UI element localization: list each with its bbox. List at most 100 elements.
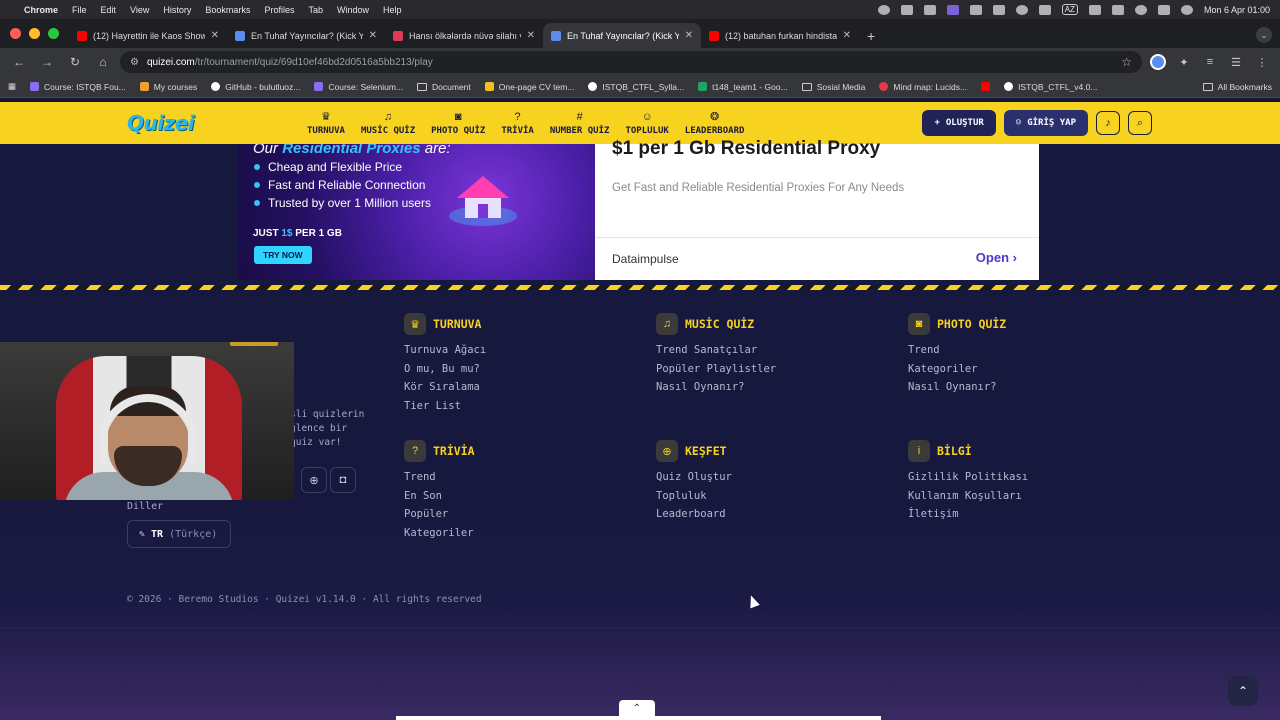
creative-cloud-icon[interactable] bbox=[900, 4, 913, 15]
footer-link[interactable]: En Son bbox=[404, 490, 475, 502]
menu-history[interactable]: History bbox=[163, 5, 191, 15]
bell-icon[interactable]: ♪ bbox=[1096, 111, 1120, 135]
spotlight-icon[interactable] bbox=[1134, 4, 1147, 15]
menu-tab[interactable]: Tab bbox=[308, 5, 323, 15]
footer-link[interactable]: Nasıl Oynanır? bbox=[656, 381, 776, 393]
menu-help[interactable]: Help bbox=[383, 5, 402, 15]
footer-link[interactable]: Popüler bbox=[404, 508, 475, 520]
bookmark-item[interactable]: ISTQB_CTFL_v4.0... bbox=[1004, 82, 1097, 92]
screen-share-icon[interactable] bbox=[946, 4, 959, 15]
bookmark-item[interactable]: Mind map: Lucids... bbox=[879, 82, 967, 92]
ad-text-panel[interactable]: $1 per 1 Gb Residential Proxy Get Fast a… bbox=[595, 138, 1039, 280]
browser-tab[interactable]: En Tuhaf Yayıncılar? (Kick Ya ✕ bbox=[227, 23, 385, 48]
footer-link[interactable]: Tier List bbox=[404, 400, 486, 412]
close-window-button[interactable] bbox=[10, 28, 21, 39]
forward-arrow-icon[interactable]: → bbox=[36, 51, 58, 73]
browser-tab-active[interactable]: En Tuhaf Yayıncılar? (Kick Yay ✕ bbox=[543, 23, 701, 48]
try-now-button[interactable]: TRY NOW bbox=[254, 246, 312, 264]
new-tab-button[interactable]: + bbox=[859, 23, 883, 48]
scroll-to-top-button[interactable]: ⌃ bbox=[1228, 676, 1258, 706]
ad-open-button[interactable]: Open › bbox=[976, 250, 1017, 265]
play-icon[interactable] bbox=[1015, 4, 1028, 15]
bookmark-item[interactable]: t148_team1 - Goo... bbox=[698, 82, 788, 92]
menu-view[interactable]: View bbox=[130, 5, 149, 15]
clock-icon[interactable] bbox=[1038, 4, 1051, 15]
extensions-icon[interactable]: ✦ bbox=[1174, 52, 1194, 72]
nav-turnuva[interactable]: ♛ TURNUVA bbox=[299, 102, 353, 144]
input-language[interactable]: AZ bbox=[1061, 4, 1078, 15]
browser-tab[interactable]: (12) batuhan furkan hindistan ✕ bbox=[701, 23, 859, 48]
nav-number-quiz[interactable]: # NUMBER QUİZ bbox=[542, 102, 618, 144]
footer-link[interactable]: Kör Sıralama bbox=[404, 381, 486, 393]
bookmark-item[interactable]: One-page CV tem... bbox=[484, 82, 574, 92]
globe-icon[interactable]: ⊕ bbox=[301, 467, 327, 493]
menu-edit[interactable]: Edit bbox=[101, 5, 117, 15]
menu-file[interactable]: File bbox=[72, 5, 87, 15]
record-icon[interactable] bbox=[877, 4, 890, 15]
login-button[interactable]: ☺ GİRİŞ YAP bbox=[1003, 110, 1088, 136]
footer-link[interactable]: Topluluk bbox=[656, 490, 732, 502]
sync-icon[interactable] bbox=[923, 4, 936, 15]
footer-link[interactable]: Popüler Playlistler bbox=[656, 363, 776, 375]
menu-clock[interactable]: Mon 6 Apr 01:00 bbox=[1204, 5, 1270, 15]
language-selector[interactable]: ✎ TR (Türkçe) bbox=[127, 520, 231, 548]
profile-icon[interactable] bbox=[1148, 52, 1168, 72]
camera-status-icon[interactable] bbox=[992, 4, 1005, 15]
footer-link[interactable]: Turnuva Ağacı bbox=[404, 344, 486, 356]
browser-tab[interactable]: (12) Hayrettin ile Kaos Show ✕ bbox=[69, 23, 227, 48]
close-tab-icon[interactable]: ✕ bbox=[843, 30, 851, 41]
footer-link[interactable]: Leaderboard bbox=[656, 508, 732, 520]
bookmark-folder[interactable]: Sosial Media bbox=[801, 82, 865, 92]
control-center-icon[interactable] bbox=[1157, 4, 1170, 15]
menu-profiles[interactable]: Profiles bbox=[264, 5, 294, 15]
all-bookmarks-button[interactable]: All Bookmarks bbox=[1202, 82, 1272, 92]
ad-banner-image[interactable]: Our Residential Proxies are: Cheap and F… bbox=[238, 144, 595, 280]
sidebar-icon[interactable]: ☰ bbox=[1226, 52, 1246, 72]
menu-app-name[interactable]: Chrome bbox=[24, 5, 58, 15]
tab-search-chevron-icon[interactable]: ⌄ bbox=[1256, 27, 1272, 43]
footer-link[interactable]: Trend bbox=[908, 344, 1006, 356]
apps-grid-icon[interactable]: ▦ bbox=[8, 81, 16, 92]
footer-link[interactable]: Kullanım Koşulları bbox=[908, 490, 1028, 502]
media-control-icon[interactable]: ≡ bbox=[1200, 52, 1220, 72]
menu-window[interactable]: Window bbox=[337, 5, 369, 15]
menu-bookmarks[interactable]: Bookmarks bbox=[205, 5, 250, 15]
site-info-icon[interactable]: ⚙ bbox=[130, 57, 139, 68]
close-tab-icon[interactable]: ✕ bbox=[369, 30, 377, 41]
site-logo[interactable]: Quizei bbox=[127, 111, 299, 135]
search-icon[interactable]: ⌕ bbox=[1128, 111, 1152, 135]
footer-link[interactable]: Gizlilik Politikası bbox=[908, 471, 1028, 483]
more-menu-icon[interactable]: ⋮ bbox=[1252, 52, 1272, 72]
footer-link[interactable]: Quiz Oluştur bbox=[656, 471, 732, 483]
back-arrow-icon[interactable]: ← bbox=[8, 51, 30, 73]
footer-link[interactable]: Trend Sanatçılar bbox=[656, 344, 776, 356]
home-icon[interactable]: ⌂ bbox=[92, 51, 114, 73]
siri-icon[interactable] bbox=[1180, 4, 1193, 15]
close-tab-icon[interactable]: ✕ bbox=[211, 30, 219, 41]
bottom-drawer-handle[interactable]: ⌃ bbox=[619, 700, 655, 716]
bookmark-item[interactable]: Course: Selenium... bbox=[314, 82, 403, 92]
footer-link[interactable]: Trend bbox=[404, 471, 475, 483]
create-button[interactable]: + OLUŞTUR bbox=[922, 110, 996, 136]
bookmark-folder[interactable]: Document bbox=[417, 82, 471, 92]
reload-icon[interactable]: ↻ bbox=[64, 51, 86, 73]
footer-link[interactable]: İletişim bbox=[908, 508, 1028, 520]
maximize-window-button[interactable] bbox=[48, 28, 59, 39]
bookmark-star-icon[interactable]: ☆ bbox=[1121, 55, 1132, 69]
notion-icon[interactable] bbox=[969, 4, 982, 15]
nav-photo-quiz[interactable]: ◙ PHOTO QUİZ bbox=[423, 102, 493, 144]
footer-link[interactable]: Nasıl Oynanır? bbox=[908, 381, 1006, 393]
footer-link[interactable]: O mu, Bu mu? bbox=[404, 363, 486, 375]
bookmark-item[interactable]: My courses bbox=[139, 82, 197, 92]
footer-link[interactable]: Kategoriler bbox=[908, 363, 1006, 375]
bookmark-item[interactable]: ISTQB_CTFL_Sylla... bbox=[588, 82, 684, 92]
browser-tab[interactable]: Hansı ölkələrdə nüvə silahı va ✕ bbox=[385, 23, 543, 48]
youtube-bookmark[interactable] bbox=[981, 82, 991, 91]
minimize-window-button[interactable] bbox=[29, 28, 40, 39]
close-tab-icon[interactable]: ✕ bbox=[527, 30, 535, 41]
battery-icon[interactable] bbox=[1111, 4, 1124, 15]
discord-icon[interactable]: ◘ bbox=[330, 467, 356, 493]
nav-music-quiz[interactable]: ♫ MUSİC QUİZ bbox=[353, 102, 423, 144]
wifi-icon[interactable] bbox=[1088, 4, 1101, 15]
close-tab-icon[interactable]: ✕ bbox=[685, 30, 693, 41]
